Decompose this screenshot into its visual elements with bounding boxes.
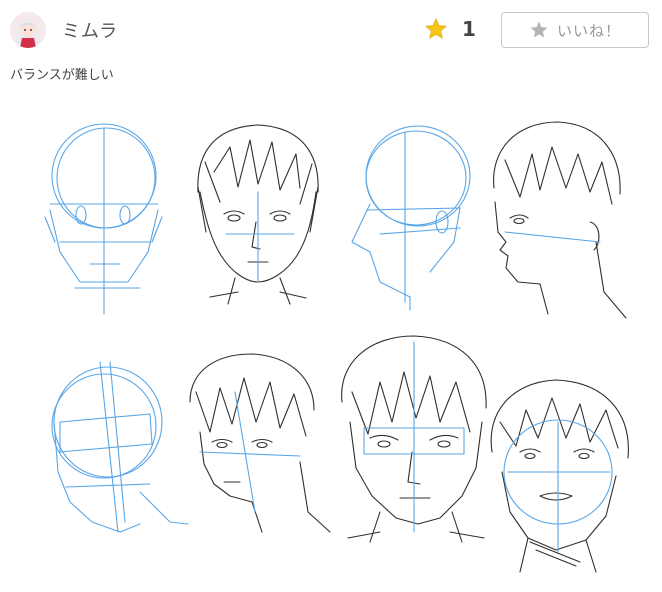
post-header: ミムラ 1 いいね！ <box>0 0 662 62</box>
construction-head-three-quarter <box>51 361 189 533</box>
sketch-head-low-angle <box>341 335 487 543</box>
like-count: 1 <box>462 17 476 41</box>
sketch-artwork <box>0 92 662 588</box>
construction-head-side <box>351 125 471 311</box>
like-button-label: いいね！ <box>556 21 621 40</box>
sketch-head-high-angle <box>490 379 629 573</box>
sketch-head-front <box>197 124 319 305</box>
construction-head-front <box>44 123 163 315</box>
user-avatar[interactable] <box>10 12 46 48</box>
post-caption: バランスが難しい <box>10 68 114 83</box>
username[interactable]: ミムラ <box>62 17 118 43</box>
like-button[interactable]: いいね！ <box>501 12 649 48</box>
like-count-display: 1 <box>424 17 476 41</box>
sketch-head-three-quarter <box>189 353 331 533</box>
sketch-head-side <box>493 121 627 319</box>
star-outline-icon <box>530 21 548 38</box>
star-icon <box>425 18 447 39</box>
avatar-icon <box>10 12 46 48</box>
